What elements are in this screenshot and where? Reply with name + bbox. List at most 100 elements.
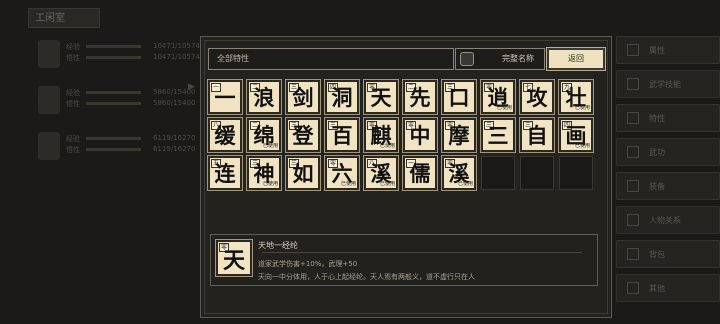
trait-tile[interactable]: 八溪已使用 — [363, 155, 399, 191]
empty-trait-slot — [520, 156, 554, 190]
side-menu-label: 特性 — [649, 114, 665, 123]
selected-trait-tile: 零 天 — [215, 239, 253, 277]
side-menu-item: 武学技能 — [616, 70, 720, 98]
stat-value: 10471/10574 — [153, 53, 200, 61]
menu-icon — [627, 180, 639, 192]
stat-bar — [86, 91, 141, 94]
trait-char: 连 — [214, 161, 236, 186]
stat-label: 经验 — [66, 135, 80, 143]
trait-tile[interactable]: 零六已使用 — [324, 155, 360, 191]
stat-label: 经验 — [66, 89, 80, 97]
menu-icon — [627, 214, 639, 226]
trait-tile[interactable]: 零麒已使用 — [363, 117, 399, 153]
trait-char: 登 — [292, 123, 314, 148]
trait-tile[interactable]: 一一 — [207, 79, 243, 115]
trait-tile[interactable]: 一儒 — [402, 155, 438, 191]
stat-value: 6119/16270 — [153, 145, 196, 153]
menu-icon — [627, 248, 639, 260]
trait-char: 浪 — [253, 85, 275, 110]
trait-tile[interactable]: 七攻 — [519, 79, 555, 115]
trait-tile[interactable]: 三登 — [285, 117, 321, 153]
stat-value: 10471/10574 — [153, 42, 200, 50]
side-menu-label: 背包 — [649, 250, 665, 259]
trait-tile[interactable]: 三如 — [285, 155, 321, 191]
trait-char: 洞 — [331, 85, 353, 110]
trait-tile[interactable]: 五连 — [207, 155, 243, 191]
side-menu-label: 武功 — [649, 148, 665, 157]
selected-trait-description: 天向一中分体用，人于心上起经纶。天人焉有两般义，道不虚行只在人 — [258, 273, 475, 281]
stat-value: 6119/16270 — [153, 134, 196, 142]
used-stamp: 已使用 — [379, 181, 395, 187]
trait-tile[interactable]: 零逍已使用 — [480, 79, 516, 115]
trait-tile[interactable]: 三百 — [324, 117, 360, 153]
side-menu-label: 其他 — [649, 284, 665, 293]
trait-char: 攻 — [526, 85, 548, 110]
trait-char: 百 — [331, 123, 353, 148]
used-stamp: 已使用 — [457, 181, 473, 187]
stat-value: 5860/15400 — [153, 99, 196, 107]
trait-tile[interactable]: 零溪已使用 — [441, 155, 477, 191]
trait-tile[interactable]: 三神已使用 — [246, 155, 282, 191]
menu-icon — [627, 146, 639, 158]
trait-tile[interactable]: 三剑 — [285, 79, 321, 115]
trait-tile[interactable]: 八缓 — [207, 117, 243, 153]
stat-label: 悟性 — [66, 54, 80, 62]
side-menu-item: 背包 — [616, 240, 720, 268]
stat-bar — [86, 148, 141, 151]
trait-char: 摩 — [448, 123, 470, 148]
side-menu-label: 属性 — [649, 46, 665, 55]
trait-tile[interactable]: 零天 — [363, 79, 399, 115]
trait-tile[interactable]: 三自 — [519, 117, 555, 153]
stat-bar — [86, 137, 141, 140]
used-stamp: 已使用 — [379, 143, 395, 149]
side-menu-item: 人物关系 — [616, 206, 720, 234]
trait-char: 如 — [292, 161, 314, 186]
side-menu-item: 特性 — [616, 104, 720, 132]
full-name-label: 完整名称 — [502, 54, 534, 63]
selected-trait-effect: 道家武学伤害+10%，武理+50 — [258, 260, 358, 268]
trait-tile[interactable]: 九壮已使用 — [558, 79, 594, 115]
empty-trait-slot — [481, 156, 515, 190]
stat-label: 悟性 — [66, 146, 80, 154]
used-stamp: 已使用 — [262, 143, 278, 149]
trait-tile[interactable]: 二先 — [402, 79, 438, 115]
side-menu-item: 其他 — [616, 274, 720, 302]
character-row: 经验 5860/15400 悟性 5860/15400 — [28, 80, 198, 122]
full-name-checkbox[interactable] — [460, 52, 474, 66]
character-list: 经验 10471/10574 悟性 10471/10574 经验 5860/15400 悟性… — [28, 34, 200, 172]
full-name-toggle[interactable]: 完整名称 — [455, 48, 545, 70]
trait-tile[interactable]: 零摩 — [441, 117, 477, 153]
menu-icon — [627, 78, 639, 90]
stat-bar — [86, 45, 141, 48]
avatar — [38, 86, 60, 114]
selected-trait-name: 天地一经纶 — [258, 241, 298, 250]
used-stamp: 已使用 — [340, 181, 356, 187]
trait-char: 中 — [409, 123, 431, 148]
trait-tile[interactable]: 二绵已使用 — [246, 117, 282, 153]
chevron-right-icon: ▶ — [188, 82, 195, 92]
side-menu-label: 人物关系 — [649, 216, 681, 225]
menu-icon — [627, 44, 639, 56]
stat-label: 经验 — [66, 43, 80, 51]
trait-char: 儒 — [409, 161, 431, 186]
trait-char: 先 — [409, 85, 431, 110]
trait-tile[interactable]: 二浪 — [246, 79, 282, 115]
trait-tile[interactable]: 四洞 — [324, 79, 360, 115]
trait-tile[interactable]: 四画已使用 — [558, 117, 594, 153]
trait-tile[interactable]: 三三 — [480, 117, 516, 153]
back-button[interactable]: 返回 — [546, 47, 606, 71]
divider — [262, 252, 582, 253]
side-menu-item: 属性 — [616, 36, 720, 64]
trait-tile[interactable]: 三口 — [441, 79, 477, 115]
trait-char: 天 — [370, 85, 392, 110]
trait-tile[interactable]: 零中 — [402, 117, 438, 153]
avatar — [38, 40, 60, 68]
menu-icon — [627, 112, 639, 124]
trait-char: 口 — [448, 85, 470, 110]
stat-label: 悟性 — [66, 100, 80, 108]
trait-char: 缓 — [214, 123, 236, 148]
stat-bar — [86, 56, 141, 59]
used-stamp: 已使用 — [574, 105, 590, 111]
filter-dropdown[interactable]: 全部特性 — [208, 48, 454, 70]
side-menu-label: 装备 — [649, 182, 665, 191]
